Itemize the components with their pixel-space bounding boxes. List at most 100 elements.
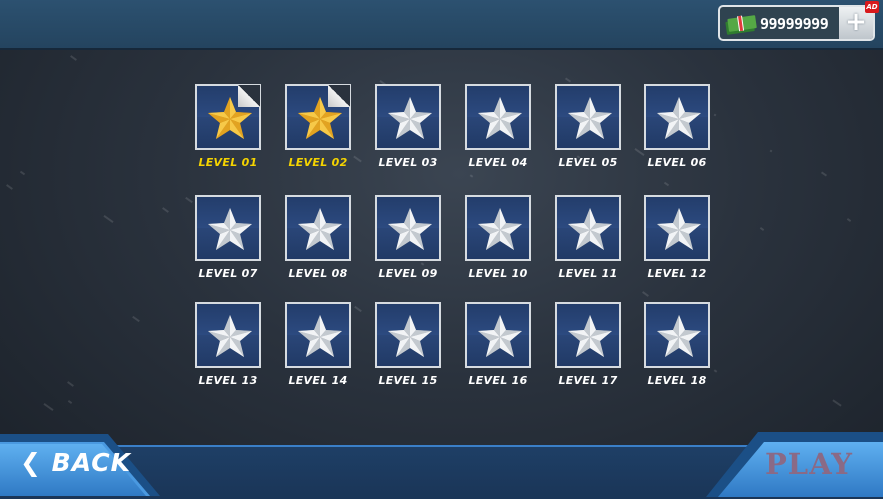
level-tile[interactable] bbox=[195, 84, 261, 150]
level-tile[interactable] bbox=[465, 195, 531, 261]
level-tile[interactable] bbox=[375, 84, 441, 150]
level-label: LEVEL 04 bbox=[468, 156, 528, 169]
level-label: LEVEL 08 bbox=[288, 267, 348, 280]
particle bbox=[642, 291, 649, 297]
level-15-button[interactable]: LEVEL 15 bbox=[375, 302, 441, 394]
level-label: LEVEL 10 bbox=[468, 267, 528, 280]
particle bbox=[185, 196, 193, 204]
level-18-button[interactable]: LEVEL 18 bbox=[644, 302, 710, 394]
particle bbox=[713, 113, 717, 117]
particle bbox=[759, 227, 765, 231]
level-04-button[interactable]: LEVEL 04 bbox=[465, 84, 531, 176]
level-07-button[interactable]: LEVEL 07 bbox=[195, 195, 261, 287]
particle bbox=[354, 305, 362, 313]
level-tile[interactable] bbox=[195, 302, 261, 368]
level-label: LEVEL 17 bbox=[558, 374, 618, 387]
level-label: LEVEL 02 bbox=[288, 156, 348, 169]
level-label: LEVEL 12 bbox=[647, 267, 707, 280]
level-tile[interactable] bbox=[375, 195, 441, 261]
level-label: LEVEL 05 bbox=[558, 156, 618, 169]
level-label: LEVEL 18 bbox=[647, 374, 707, 387]
silver-star-icon bbox=[298, 315, 342, 357]
level-tile[interactable] bbox=[465, 84, 531, 150]
level-13-button[interactable]: LEVEL 13 bbox=[195, 302, 261, 394]
page-curl-icon bbox=[328, 85, 350, 107]
level-11-button[interactable]: LEVEL 11 bbox=[555, 195, 621, 287]
currency-panel: 99999999 + AD bbox=[718, 1, 879, 41]
level-label: LEVEL 11 bbox=[558, 267, 618, 280]
level-label: LEVEL 13 bbox=[198, 374, 258, 387]
particle bbox=[769, 149, 773, 153]
silver-star-icon bbox=[478, 315, 522, 357]
particle bbox=[162, 207, 169, 213]
level-tile[interactable] bbox=[555, 195, 621, 261]
particle bbox=[103, 215, 114, 223]
level-label: LEVEL 14 bbox=[288, 374, 348, 387]
level-tile[interactable] bbox=[285, 302, 351, 368]
silver-star-icon bbox=[388, 208, 432, 250]
level-tile[interactable] bbox=[644, 302, 710, 368]
level-01-button[interactable]: LEVEL 01 bbox=[195, 84, 261, 176]
level-tile[interactable] bbox=[555, 302, 621, 368]
level-03-button[interactable]: LEVEL 03 bbox=[375, 84, 441, 176]
particle bbox=[70, 55, 77, 61]
ad-badge: AD bbox=[865, 1, 879, 13]
cash-stack-icon bbox=[725, 15, 757, 35]
silver-star-icon bbox=[657, 315, 701, 357]
silver-star-icon bbox=[568, 315, 612, 357]
particle bbox=[820, 171, 828, 177]
level-label: LEVEL 01 bbox=[198, 156, 258, 169]
level-02-button[interactable]: LEVEL 02 bbox=[285, 84, 351, 176]
level-tile[interactable] bbox=[644, 84, 710, 150]
particle bbox=[713, 369, 718, 373]
particle bbox=[846, 218, 852, 222]
chevron-left-icon: ❮ bbox=[20, 448, 42, 477]
level-label: LEVEL 16 bbox=[468, 374, 528, 387]
level-14-button[interactable]: LEVEL 14 bbox=[285, 302, 351, 394]
level-tile[interactable] bbox=[285, 195, 351, 261]
level-17-button[interactable]: LEVEL 17 bbox=[555, 302, 621, 394]
particle bbox=[67, 381, 74, 387]
silver-star-icon bbox=[298, 208, 342, 250]
level-tile[interactable] bbox=[465, 302, 531, 368]
particle bbox=[832, 399, 842, 407]
level-tile[interactable] bbox=[644, 195, 710, 261]
silver-star-icon bbox=[388, 97, 432, 139]
level-06-button[interactable]: LEVEL 06 bbox=[644, 84, 710, 176]
silver-star-icon bbox=[657, 208, 701, 250]
particle bbox=[132, 315, 140, 323]
level-label: LEVEL 03 bbox=[378, 156, 438, 169]
silver-star-icon bbox=[388, 315, 432, 357]
level-label: LEVEL 09 bbox=[378, 267, 438, 280]
level-label: LEVEL 15 bbox=[378, 374, 438, 387]
particle bbox=[19, 170, 26, 176]
currency-amount: 99999999 bbox=[760, 15, 829, 33]
silver-star-icon bbox=[208, 315, 252, 357]
silver-star-icon bbox=[657, 97, 701, 139]
level-tile[interactable] bbox=[555, 84, 621, 150]
silver-star-icon bbox=[568, 97, 612, 139]
level-label: LEVEL 06 bbox=[647, 156, 707, 169]
level-tile[interactable] bbox=[375, 302, 441, 368]
level-08-button[interactable]: LEVEL 08 bbox=[285, 195, 351, 287]
level-05-button[interactable]: LEVEL 05 bbox=[555, 84, 621, 176]
page-curl-icon bbox=[238, 85, 260, 107]
particle bbox=[43, 403, 54, 411]
level-12-button[interactable]: LEVEL 12 bbox=[644, 195, 710, 287]
silver-star-icon bbox=[478, 208, 522, 250]
particle bbox=[564, 77, 572, 83]
level-16-button[interactable]: LEVEL 16 bbox=[465, 302, 531, 394]
back-button-label[interactable]: ❮ BACK bbox=[20, 448, 131, 477]
particle bbox=[6, 184, 13, 190]
level-10-button[interactable]: LEVEL 10 bbox=[465, 195, 531, 287]
silver-star-icon bbox=[568, 208, 612, 250]
particle bbox=[663, 181, 670, 187]
silver-star-icon bbox=[478, 97, 522, 139]
level-tile[interactable] bbox=[285, 84, 351, 150]
level-label: LEVEL 07 bbox=[198, 267, 258, 280]
level-tile[interactable] bbox=[195, 195, 261, 261]
level-09-button[interactable]: LEVEL 09 bbox=[375, 195, 441, 287]
play-button-label[interactable]: PLAY bbox=[765, 447, 853, 481]
particle bbox=[67, 400, 73, 404]
silver-star-icon bbox=[208, 208, 252, 250]
